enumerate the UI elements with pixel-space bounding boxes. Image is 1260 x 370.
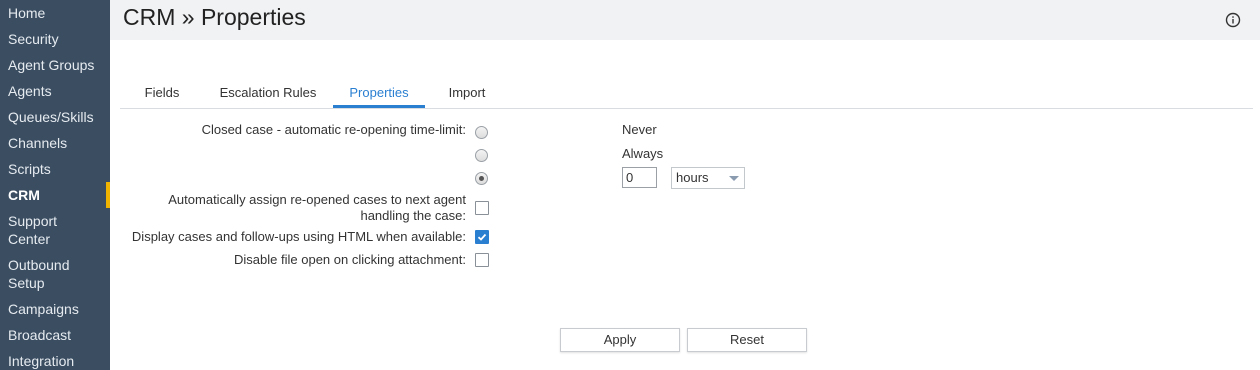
sidebar-item-label: CRM — [8, 187, 40, 203]
sidebar-item-label: Agent Groups — [8, 57, 95, 73]
sidebar-item-agent-groups[interactable]: Agent Groups — [0, 52, 110, 78]
sidebar-item-label: Agents — [8, 83, 52, 99]
tab-properties[interactable]: Properties — [333, 80, 425, 108]
disable-file-open-checkbox[interactable] — [475, 253, 489, 267]
auto-assign-label-line1: Automatically assign re-opened cases to … — [168, 192, 466, 207]
sidebar-item-channels[interactable]: Channels — [0, 130, 110, 156]
reopen-unit-select[interactable]: hours — [671, 167, 745, 189]
reopen-time-limit-label: Closed case - automatic re-opening time-… — [201, 122, 466, 137]
sidebar-item-broadcast[interactable]: Broadcast — [0, 322, 110, 348]
chevron-down-icon — [729, 176, 739, 181]
sidebar-item-campaigns[interactable]: Campaigns — [0, 296, 110, 322]
tab-escalation-rules[interactable]: Escalation Rules — [212, 80, 324, 106]
checkmark-icon — [477, 233, 487, 241]
sidebar-item-label: Home — [8, 5, 46, 21]
sidebar-item-integration[interactable]: Integration — [0, 348, 110, 370]
reopen-time-input[interactable] — [622, 167, 657, 188]
sidebar-item-home[interactable]: Home — [0, 0, 110, 26]
reopen-never-label: Never — [622, 122, 657, 137]
reset-button[interactable]: Reset — [687, 328, 807, 352]
sidebar-item-label: Channels — [8, 135, 68, 151]
sidebar-item-security[interactable]: Security — [0, 26, 110, 52]
sidebar-item-label: Campaigns — [8, 301, 79, 317]
html-display-checkbox[interactable] — [475, 230, 489, 244]
sidebar-item-support-center[interactable]: Support Center — [0, 208, 110, 252]
sidebar: Home Security Agent Groups Agents Queues… — [0, 0, 110, 370]
sidebar-item-queues-skills[interactable]: Queues/Skills — [0, 104, 110, 130]
sidebar-item-label: Queues/Skills — [8, 109, 94, 125]
sidebar-item-agents[interactable]: Agents — [0, 78, 110, 104]
apply-button[interactable]: Apply — [560, 328, 680, 352]
page-header: CRM » Properties — [110, 0, 1260, 40]
auto-assign-label-line2: handling the case: — [360, 208, 466, 223]
sidebar-item-label: Broadcast — [8, 327, 72, 343]
html-display-label: Display cases and follow-ups using HTML … — [131, 229, 466, 244]
reopen-never-radio[interactable] — [475, 126, 488, 139]
reopen-always-radio[interactable] — [475, 149, 488, 162]
reopen-custom-radio[interactable] — [475, 172, 488, 185]
sidebar-item-label: Support Center — [8, 213, 58, 247]
page-title: CRM » Properties — [123, 4, 306, 30]
reopen-unit-value: hours — [676, 170, 709, 185]
info-circle-icon[interactable] — [1225, 12, 1241, 28]
sidebar-item-scripts[interactable]: Scripts — [0, 156, 110, 182]
sidebar-item-label: Integration — [8, 353, 75, 369]
sidebar-item-label: Outbound Setup — [8, 257, 70, 291]
sidebar-item-label: Security — [8, 31, 59, 47]
sidebar-item-label: Scripts — [8, 161, 51, 177]
sidebar-item-crm[interactable]: CRM — [0, 182, 110, 208]
disable-file-open-label: Disable file open on clicking attachment… — [234, 252, 466, 267]
tab-bar: Fields Escalation Rules Properties Impor… — [120, 80, 1253, 109]
auto-assign-checkbox[interactable] — [475, 201, 489, 215]
auto-assign-label: Automatically assign re-opened cases to … — [168, 192, 466, 224]
sidebar-item-outbound-setup[interactable]: Outbound Setup — [0, 252, 110, 296]
tab-fields[interactable]: Fields — [136, 80, 188, 106]
tab-import[interactable]: Import — [440, 80, 494, 106]
reopen-always-label: Always — [622, 146, 664, 161]
